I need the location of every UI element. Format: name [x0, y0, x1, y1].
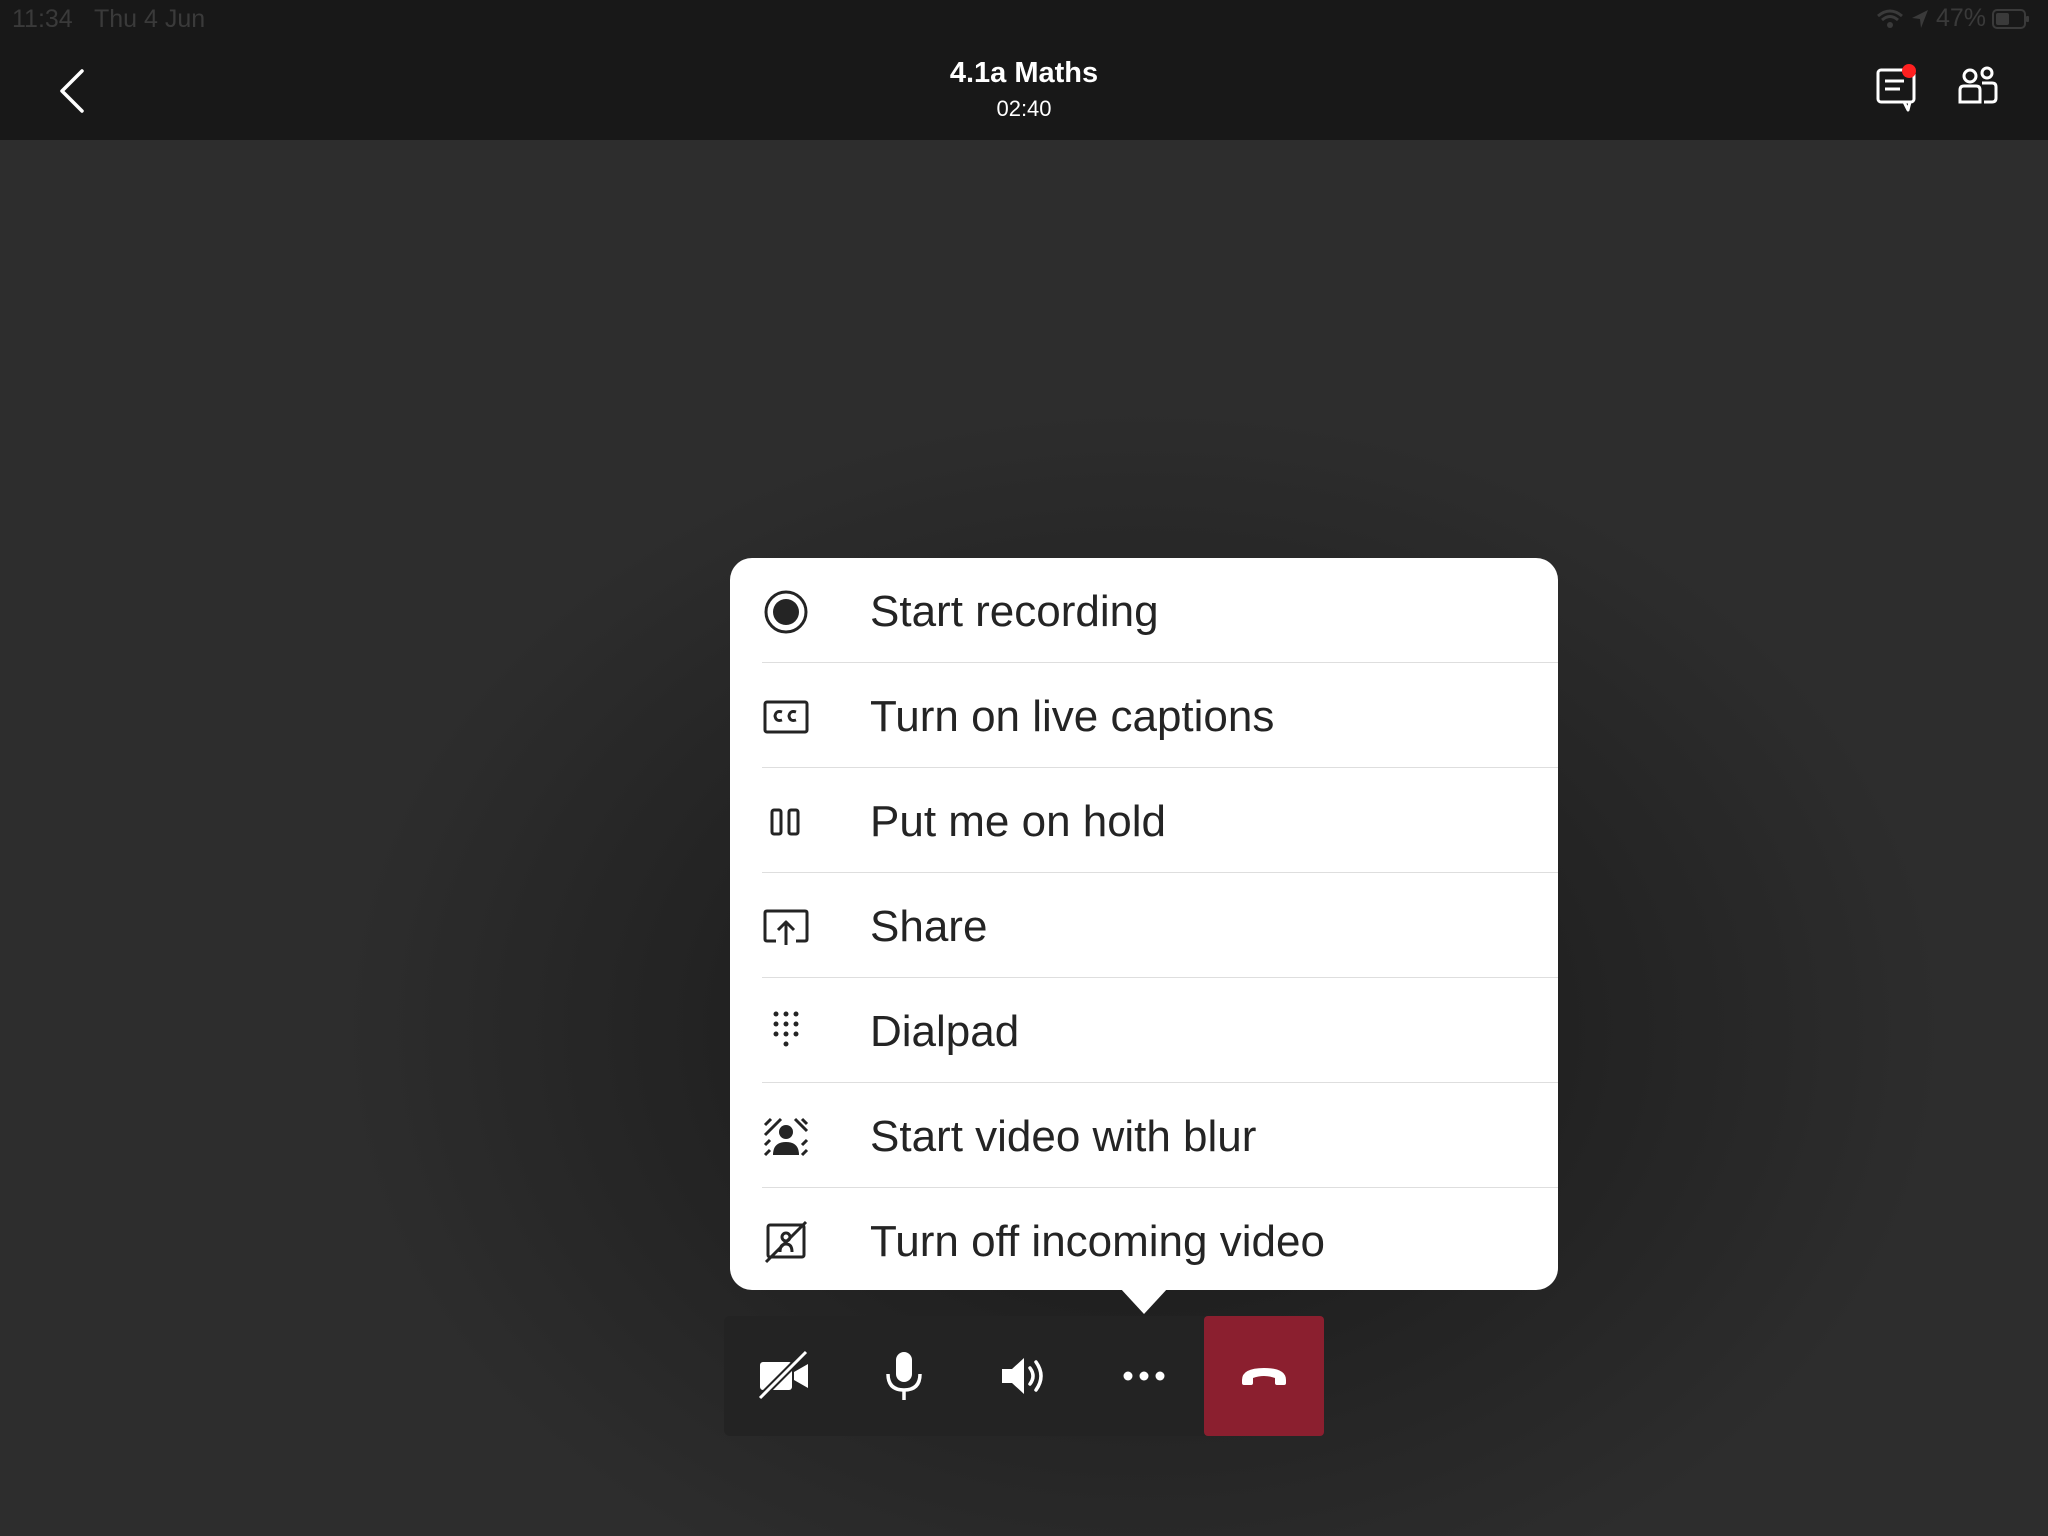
battery-icon	[1992, 8, 2030, 30]
speaker-icon	[1002, 1358, 1043, 1394]
menu-item-incoming-video-off[interactable]: Turn off incoming video	[762, 1188, 1558, 1293]
menu-item-video-with-blur[interactable]: Start video with blur	[762, 1083, 1558, 1188]
call-timer: 02:40	[996, 96, 1052, 121]
wifi-icon	[1876, 8, 1904, 30]
blur-background-icon	[762, 1113, 810, 1161]
menu-item-start-recording[interactable]: Start recording	[762, 558, 1558, 663]
chat-button[interactable]	[1874, 62, 1922, 114]
hang-up-button[interactable]	[1204, 1316, 1324, 1436]
hold-icon	[762, 798, 810, 846]
hang-up-icon	[1242, 1368, 1286, 1385]
menu-pointer	[1120, 1288, 1168, 1314]
participants-icon	[1958, 66, 1998, 104]
speaker-button[interactable]	[964, 1316, 1084, 1436]
more-icon	[1123, 1371, 1165, 1381]
menu-item-label: Share	[870, 902, 988, 951]
call-screen: 11:34 Thu 4 Jun 47% 4.1a Maths 02:40 Sta…	[0, 0, 2048, 1536]
chat-notification-dot	[1902, 64, 1916, 78]
more-options-menu: Start recording Turn on live captions Pu…	[730, 558, 1558, 1290]
location-icon	[1910, 8, 1930, 30]
more-options-button[interactable]	[1084, 1316, 1204, 1436]
menu-item-dialpad[interactable]: Dialpad	[762, 978, 1558, 1083]
menu-item-share[interactable]: Share	[762, 873, 1558, 978]
status-bar: 11:34 Thu 4 Jun 47%	[0, 0, 2048, 40]
status-indicators: 47%	[1876, 4, 2030, 33]
menu-item-label: Start video with blur	[870, 1112, 1257, 1161]
status-time: 11:34	[12, 5, 73, 33]
menu-item-put-on-hold[interactable]: Put me on hold	[762, 768, 1558, 873]
dialpad-icon	[762, 1008, 810, 1056]
menu-item-label: Dialpad	[870, 1007, 1020, 1056]
menu-item-label: Start recording	[870, 587, 1159, 636]
participants-button[interactable]	[1954, 62, 2002, 114]
camera-toggle-button[interactable]	[724, 1316, 844, 1436]
menu-item-live-captions[interactable]: Turn on live captions	[762, 663, 1558, 768]
menu-item-label: Put me on hold	[870, 797, 1166, 846]
status-date: Thu 4 Jun	[94, 5, 206, 33]
microphone-icon	[886, 1352, 922, 1400]
share-screen-icon	[762, 903, 810, 951]
meeting-title: 4.1a Maths	[949, 57, 1099, 89]
menu-item-label: Turn off incoming video	[870, 1217, 1325, 1266]
menu-item-label: Turn on live captions	[870, 692, 1275, 741]
captions-icon	[762, 693, 810, 741]
camera-off-icon	[757, 1349, 809, 1401]
call-header: 4.1a Maths 02:40	[0, 40, 2048, 140]
record-icon	[762, 588, 810, 636]
incoming-video-off-icon	[762, 1218, 810, 1266]
microphone-button[interactable]	[844, 1316, 964, 1436]
battery-percentage: 47%	[1935, 4, 1986, 32]
